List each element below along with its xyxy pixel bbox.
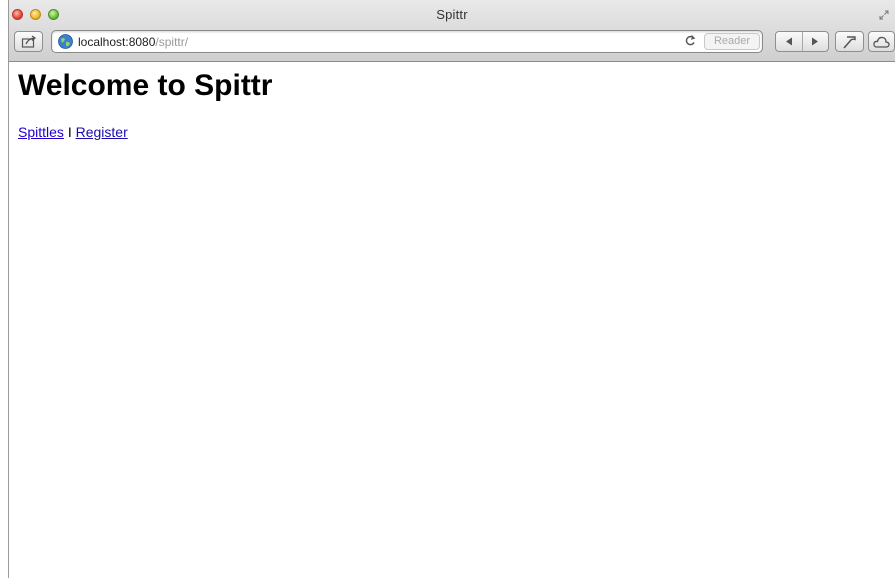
fullscreen-icon[interactable]: [879, 10, 889, 20]
back-forward-buttons: [775, 31, 829, 52]
cloud-icon: [873, 36, 890, 48]
window-title: Spittr: [436, 7, 468, 22]
tools-icon: [843, 35, 856, 49]
spittles-link[interactable]: Spittles: [18, 124, 64, 140]
reader-button[interactable]: Reader: [704, 33, 760, 50]
forward-button[interactable]: [803, 37, 829, 46]
browser-window: Spittr localhost:8080/spittr/ Reader Wel…: [8, 0, 895, 578]
page-heading: Welcome to Spittr: [18, 69, 273, 102]
share-icon: [21, 35, 36, 48]
register-link[interactable]: Register: [76, 124, 128, 140]
tools-button[interactable]: [835, 31, 864, 52]
url-path: /spittr/: [155, 35, 189, 49]
globe-icon: [58, 34, 73, 49]
browser-chrome: Spittr localhost:8080/spittr/ Reader: [9, 0, 895, 62]
url-host: localhost:8080: [78, 35, 156, 49]
title-bar: Spittr: [9, 0, 895, 28]
browser-toolbar: localhost:8080/spittr/ Reader: [9, 28, 895, 61]
page-content: Welcome to Spittr Spittles I Register: [9, 62, 895, 578]
icloud-tabs-button[interactable]: [868, 31, 895, 52]
back-button[interactable]: [776, 37, 802, 46]
forward-icon: [812, 37, 819, 46]
nav-links: Spittles I Register: [18, 124, 128, 140]
back-icon: [785, 37, 792, 46]
address-bar[interactable]: localhost:8080/spittr/ Reader: [51, 30, 763, 53]
reload-icon[interactable]: [684, 34, 696, 50]
url-text: localhost:8080/spittr/: [78, 35, 188, 49]
share-button[interactable]: [14, 31, 43, 52]
link-separator: I: [67, 124, 72, 140]
